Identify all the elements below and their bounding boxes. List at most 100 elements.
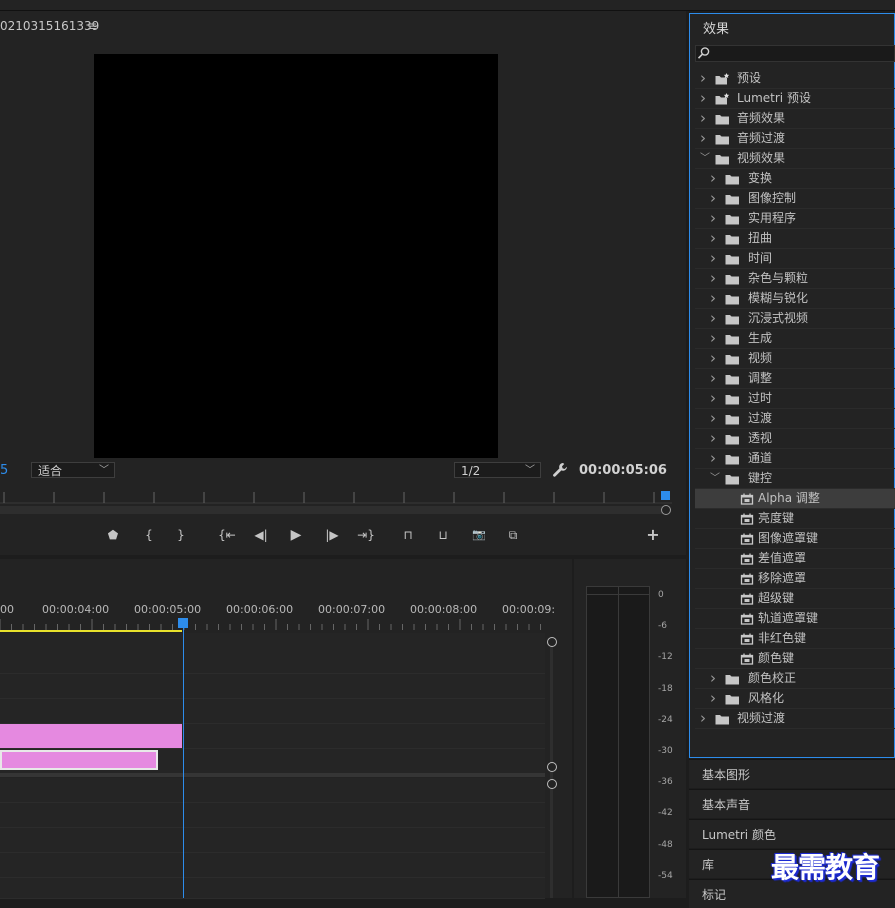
lift-icon[interactable]: ⊓ bbox=[399, 527, 417, 543]
chevron-right-icon[interactable]: › bbox=[710, 169, 716, 188]
chevron-right-icon[interactable]: › bbox=[710, 369, 716, 388]
audio-track[interactable] bbox=[0, 803, 545, 828]
effects-tree-item[interactable]: › 沉浸式视频 bbox=[695, 309, 895, 329]
chevron-right-icon[interactable]: › bbox=[710, 249, 716, 268]
effects-tree-item[interactable]: 图像遮罩键 bbox=[695, 529, 895, 549]
chevron-right-icon[interactable]: › bbox=[710, 229, 716, 248]
chevron-right-icon[interactable]: › bbox=[710, 429, 716, 448]
effects-tree-item[interactable]: › 音频效果 bbox=[695, 109, 895, 129]
chevron-right-icon[interactable]: › bbox=[700, 89, 706, 108]
chevron-down-icon[interactable]: ﹀ bbox=[710, 469, 720, 488]
audio-track[interactable] bbox=[0, 778, 545, 803]
effects-panel-title[interactable]: 效果 bbox=[703, 18, 729, 37]
effects-tree-item[interactable]: › 变换 bbox=[695, 169, 895, 189]
effects-tree-item[interactable]: › 过时 bbox=[695, 389, 895, 409]
effects-tree-item[interactable]: › 音频过渡 bbox=[695, 129, 895, 149]
chevron-right-icon[interactable]: › bbox=[710, 189, 716, 208]
panel-tab-lumetri-color[interactable]: Lumetri 颜色 bbox=[689, 819, 895, 848]
chevron-right-icon[interactable]: › bbox=[710, 449, 716, 468]
effects-tree-item[interactable]: 差值遮罩 bbox=[695, 549, 895, 569]
panel-tab-essential-sound[interactable]: 基本声音 bbox=[689, 789, 895, 818]
scrollbar-handle[interactable] bbox=[547, 779, 557, 789]
effects-tree-item[interactable]: 移除遮罩 bbox=[695, 569, 895, 589]
effects-tree-item[interactable]: ﹀ 键控 bbox=[695, 469, 895, 489]
scrollbar-handle[interactable] bbox=[661, 505, 671, 515]
effects-tree-item[interactable]: › 实用程序 bbox=[695, 209, 895, 229]
zoom-fit-select[interactable]: 适合 ﹀ bbox=[31, 462, 115, 478]
effects-tree-item[interactable]: › 调整 bbox=[695, 369, 895, 389]
video-track[interactable] bbox=[0, 674, 545, 699]
effects-tree-item[interactable]: › 图像控制 bbox=[695, 189, 895, 209]
chevron-right-icon[interactable]: › bbox=[710, 329, 716, 348]
effects-tree-item[interactable]: › 预设 bbox=[695, 69, 895, 89]
effects-tree-item[interactable]: › 视频过渡 bbox=[695, 709, 895, 729]
effects-tree-item[interactable]: 非红色键 bbox=[695, 629, 895, 649]
effects-search-input[interactable] bbox=[695, 45, 895, 62]
chevron-right-icon[interactable]: › bbox=[700, 709, 706, 728]
effects-tree-item[interactable]: 轨道遮罩键 bbox=[695, 609, 895, 629]
audio-track[interactable] bbox=[0, 828, 545, 853]
wrench-icon[interactable] bbox=[552, 462, 568, 478]
mark-in-icon[interactable]: { bbox=[140, 527, 158, 543]
chevron-right-icon[interactable]: › bbox=[700, 129, 706, 148]
effects-tree-item[interactable]: 超级键 bbox=[695, 589, 895, 609]
go-to-in-icon[interactable]: {⇤ bbox=[216, 527, 238, 543]
play-icon[interactable]: ▶ bbox=[287, 527, 305, 543]
step-back-icon[interactable]: ◀| bbox=[251, 527, 271, 543]
chevron-right-icon[interactable]: › bbox=[700, 69, 706, 88]
playhead-timecode-fragment[interactable]: 5 bbox=[0, 463, 8, 478]
compare-icon[interactable]: ⧉ bbox=[504, 527, 522, 543]
playback-resolution-select[interactable]: 1/2 ﹀ bbox=[454, 462, 541, 478]
marker-icon[interactable]: ⬟ bbox=[104, 527, 122, 543]
chevron-down-icon[interactable]: ﹀ bbox=[700, 149, 710, 168]
effects-tree-item[interactable]: › 颜色校正 bbox=[695, 669, 895, 689]
chevron-right-icon[interactable]: › bbox=[710, 689, 716, 708]
timeline-playhead-handle[interactable] bbox=[178, 618, 188, 628]
scrollbar-handle[interactable] bbox=[547, 762, 557, 772]
audio-track[interactable] bbox=[0, 878, 545, 899]
effects-tree-item[interactable]: › 扭曲 bbox=[695, 229, 895, 249]
video-preview-canvas[interactable] bbox=[94, 54, 498, 458]
chevron-right-icon[interactable]: › bbox=[710, 269, 716, 288]
camera-icon[interactable]: 📷 bbox=[470, 527, 488, 543]
effects-tree-item[interactable]: › 时间 bbox=[695, 249, 895, 269]
chevron-right-icon[interactable]: › bbox=[710, 389, 716, 408]
effects-tree-item[interactable]: › 过渡 bbox=[695, 409, 895, 429]
timeline-clip-selected[interactable] bbox=[0, 750, 158, 770]
effects-tree-item[interactable]: ﹀ 视频效果 bbox=[695, 149, 895, 169]
video-track[interactable] bbox=[0, 699, 545, 724]
effects-tree-item[interactable]: › Lumetri 预设 bbox=[695, 89, 895, 109]
scrollbar-handle[interactable] bbox=[547, 637, 557, 647]
panel-tab-essential-graphics[interactable]: 基本图形 bbox=[689, 759, 895, 788]
panel-menu-icon[interactable]: ≡ bbox=[87, 19, 97, 33]
timeline-playhead-line[interactable] bbox=[183, 628, 184, 898]
video-track[interactable] bbox=[0, 633, 545, 674]
step-forward-icon[interactable]: |▶ bbox=[322, 527, 342, 543]
effects-tree-item[interactable]: › 模糊与锐化 bbox=[695, 289, 895, 309]
effects-tree-item[interactable]: › 杂色与颗粒 bbox=[695, 269, 895, 289]
monitor-zoom-scrollbar[interactable] bbox=[0, 506, 666, 514]
effects-tree-item[interactable]: › 风格化 bbox=[695, 689, 895, 709]
go-to-out-icon[interactable]: ⇥} bbox=[355, 527, 377, 543]
chevron-right-icon[interactable]: › bbox=[710, 289, 716, 308]
video-audio-divider[interactable] bbox=[0, 773, 545, 777]
timeline-clip[interactable] bbox=[0, 724, 182, 748]
effects-tree-item[interactable]: Alpha 调整 bbox=[695, 489, 895, 509]
effects-tree-item[interactable]: › 通道 bbox=[695, 449, 895, 469]
chevron-right-icon[interactable]: › bbox=[710, 669, 716, 688]
chevron-right-icon[interactable]: › bbox=[700, 109, 706, 128]
chevron-right-icon[interactable]: › bbox=[710, 309, 716, 328]
monitor-playhead[interactable] bbox=[661, 491, 670, 500]
duration-timecode[interactable]: 00:00:05:06 bbox=[579, 463, 667, 478]
add-button-icon[interactable]: + bbox=[644, 527, 662, 543]
effects-tree-item[interactable]: › 视频 bbox=[695, 349, 895, 369]
chevron-right-icon[interactable]: › bbox=[710, 349, 716, 368]
effects-tree-item[interactable]: › 生成 bbox=[695, 329, 895, 349]
monitor-time-ruler[interactable] bbox=[0, 488, 672, 504]
effects-tree-item[interactable]: 亮度键 bbox=[695, 509, 895, 529]
chevron-right-icon[interactable]: › bbox=[710, 209, 716, 228]
effects-tree-item[interactable]: › 透视 bbox=[695, 429, 895, 449]
effects-tree-item[interactable]: 颜色键 bbox=[695, 649, 895, 669]
extract-icon[interactable]: ⊔ bbox=[434, 527, 452, 543]
mark-out-icon[interactable]: } bbox=[172, 527, 190, 543]
